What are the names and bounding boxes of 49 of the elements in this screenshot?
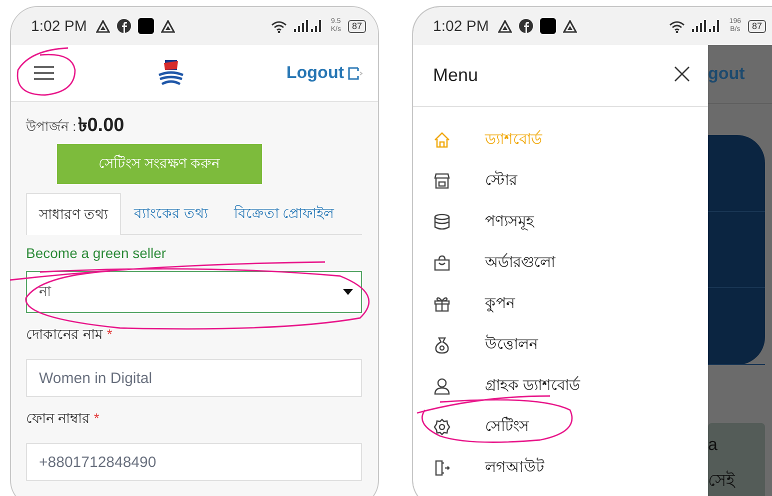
menu-item[interactable]: অর্ডারগুলো (413, 242, 708, 283)
battery-indicator: 87 (748, 20, 766, 32)
input-field[interactable]: Women in Digital (26, 359, 362, 397)
app-icon (540, 18, 556, 34)
signal-icon (294, 20, 324, 32)
store-icon (433, 172, 451, 190)
background-text: a (708, 435, 718, 455)
tab[interactable]: সাধারণ তথ্য (26, 193, 121, 235)
home-icon (433, 130, 451, 148)
app-icon (138, 18, 154, 34)
background-text: সেই (708, 470, 736, 492)
menu-item[interactable]: পণ্যসমূহ (413, 201, 708, 242)
shopping-bag-icon (433, 254, 451, 272)
input-field[interactable]: +8801712848490 (26, 443, 362, 481)
user-icon (433, 376, 451, 394)
close-icon (674, 66, 690, 82)
menu-item[interactable]: কুপন (413, 283, 708, 324)
tab[interactable]: বিক্রেতা প্রোফাইল (220, 193, 347, 234)
gift-icon (433, 294, 451, 312)
menu-item[interactable]: উত্তোলন (413, 324, 708, 365)
facebook-icon (518, 19, 533, 33)
earnings-label: উপার্জন : (26, 118, 76, 136)
caret-icon (343, 289, 353, 295)
logout-link[interactable]: Logout (286, 63, 363, 83)
menu-item[interactable]: গ্রাহক ড্যাশবোর্ড (413, 365, 708, 406)
battery-indicator: 87 (348, 20, 366, 32)
database-icon (433, 212, 451, 230)
menu-item[interactable]: সেটিংস (413, 406, 708, 447)
status-time: 1:02 PM (433, 18, 489, 34)
wifi-icon (669, 20, 686, 32)
required-mark: * (94, 410, 100, 426)
seller-option-select[interactable]: না (26, 271, 362, 313)
facebook-icon (116, 19, 131, 33)
required-mark: * (106, 326, 112, 342)
tab[interactable]: ব্যাংকের তথ্য (120, 193, 221, 234)
wifi-icon (270, 20, 287, 32)
menu-icon[interactable] (33, 65, 55, 81)
earnings-amount: ৳0.00 (78, 114, 124, 138)
menu-item[interactable]: লগআউট (413, 447, 708, 488)
status-time: 1:02 PM (31, 18, 87, 34)
menu-title: Menu (433, 65, 478, 86)
field-label: দোকানের নাম (26, 326, 103, 342)
money-bag-icon (433, 336, 451, 354)
seller-program-label: Become a green seller (26, 245, 168, 261)
menu-item[interactable]: স্টোর (413, 160, 708, 201)
exit-door-icon (433, 458, 451, 476)
field-label: ফোন নাম্বার (26, 410, 90, 426)
exit-icon (347, 65, 363, 81)
settings-icon (433, 418, 451, 436)
